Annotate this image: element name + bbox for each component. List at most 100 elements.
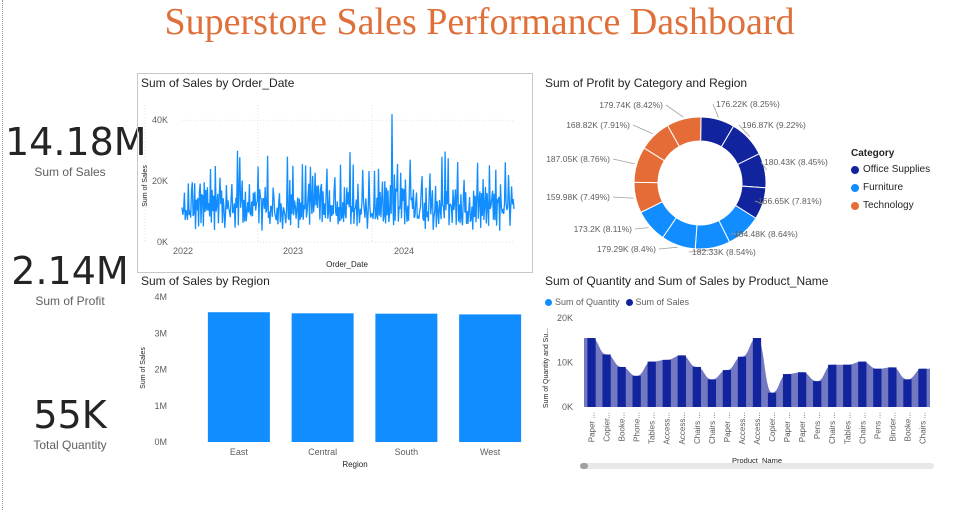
sales-bar — [707, 379, 717, 407]
sales-bar — [737, 356, 747, 407]
legend-label: Technology — [863, 200, 914, 211]
kpi-sum-of-sales[interactable]: 14.18M Sum of Sales — [5, 120, 147, 180]
donut-data-label: 166.65K (7.81%) — [758, 196, 822, 206]
legend-item-technology[interactable]: Technology — [851, 200, 930, 211]
x-tick-label: Paper ... — [798, 412, 807, 442]
x-tick-label: Paper ... — [723, 412, 732, 442]
donut-data-label: 196.87K (9.22%) — [742, 120, 806, 130]
sales-bar — [797, 372, 807, 407]
x-tick-label: Tables ... — [843, 412, 852, 444]
x-tick-label: Pens ... — [873, 412, 882, 439]
x-tick-label: Chairs ... — [693, 412, 702, 444]
x-tick-label: Copier... — [603, 412, 612, 442]
y-tick-label: 0K — [157, 237, 168, 247]
sales-by-region-chart[interactable]: 0M 1M 2M 3M 4M East Central South West Region Sum … — [137, 288, 531, 473]
x-tick-label: Access... — [663, 412, 672, 444]
y-axis-title: Sum of Quantity and Su... — [543, 328, 550, 408]
x-tick-label: 2023 — [283, 246, 303, 256]
kpi-value: 14.18M — [5, 120, 147, 164]
dashboard-title: Superstore Sales Performance Dashboard — [164, 1, 795, 43]
y-tick-label: 20K — [557, 313, 573, 323]
x-tick-label: Phone... — [633, 412, 642, 442]
sales-bar — [782, 374, 792, 407]
sales-bar — [617, 366, 626, 407]
donut-data-label: 173.2K (8.11%) — [574, 224, 633, 234]
legend-item-office-supplies[interactable]: Office Supplies — [851, 164, 930, 175]
sales-bar — [888, 367, 897, 407]
x-tick-label: Chairs ... — [918, 412, 927, 444]
y-tick-label: 2M — [154, 365, 167, 375]
sales-bar — [662, 359, 671, 407]
bar-central — [291, 313, 354, 442]
donut-data-label: 182.33K (8.54%) — [692, 247, 756, 257]
sales-by-date-chart[interactable]: 0K 20K 40K 2022 2023 2024 Order_Date Sum of Sal… — [137, 90, 531, 271]
sales-by-date-title: Sum of Sales by Order_Date — [141, 76, 295, 90]
y-tick-label: 40K — [152, 115, 168, 125]
x-axis-title: Order_Date — [326, 260, 368, 269]
leader-line — [665, 104, 684, 118]
scrollbar-thumb[interactable] — [580, 463, 588, 469]
donut-data-label: 180.43K (8.45%) — [764, 157, 828, 167]
x-axis-title: Region — [342, 460, 367, 469]
legend-label: Office Supplies — [863, 164, 931, 175]
donut-data-label: 176.22K (8.25%) — [716, 99, 780, 109]
y-tick-label: 3M — [154, 328, 167, 338]
kpi-value: 2.14M — [11, 249, 129, 293]
x-tick-label: Access... — [678, 412, 687, 444]
legend-label: Sum of Quantity — [555, 297, 620, 307]
category-legend: Category Office Supplies Furniture Techn… — [851, 148, 930, 218]
sales-bar — [843, 364, 852, 407]
legend-dot — [851, 183, 859, 192]
kpi-label: Total Quantity — [33, 438, 107, 452]
x-tick-label: East — [230, 447, 249, 457]
y-tick-label: 20K — [152, 176, 168, 186]
y-tick-label: 4M — [154, 292, 167, 302]
y-tick-label: 1M — [154, 401, 167, 411]
sales-bar — [873, 368, 882, 407]
leader-line — [632, 124, 654, 135]
legend-item-sum-of-quantity[interactable]: Sum of Quantity — [545, 297, 620, 307]
sales-by-region-title: Sum of Sales by Region — [141, 274, 270, 288]
x-tick-label: West — [480, 447, 501, 457]
kpi-total-quantity[interactable]: 55K Total Quantity — [5, 393, 135, 453]
qty-sales-by-product-title: Sum of Quantity and Sum of Sales by Prod… — [545, 274, 829, 288]
qty-sales-by-product-chart[interactable]: 0K 10K 20K Sum of Quantity and Su... Paper .… — [540, 308, 940, 468]
x-tick-label: Chairs ... — [858, 412, 867, 444]
sales-bar — [752, 338, 762, 407]
legend-item-sum-of-sales[interactable]: Sum of Sales — [625, 297, 689, 307]
profit-by-category-chart[interactable]: 176.22K (8.25%) 196.87K (9.22%) 180.43K (8… — [540, 92, 850, 272]
y-axis-title: Sum of Sales — [140, 347, 147, 389]
x-tick-label: Booke... — [903, 412, 912, 441]
donut-data-label: 159.98K (7.49%) — [546, 192, 610, 202]
x-tick-label: Chairs ... — [828, 412, 837, 444]
kpi-label: Sum of Sales — [34, 165, 106, 179]
legend-title: Category — [851, 148, 895, 159]
x-tick-label: Paper ... — [783, 412, 792, 442]
leader-line — [612, 158, 635, 165]
sales-bar — [632, 375, 641, 407]
kpi-sum-of-profit[interactable]: 2.14M Sum of Profit — [5, 249, 135, 309]
page-left-border — [2, 0, 3, 510]
legend-item-furniture[interactable]: Furniture — [851, 182, 930, 193]
y-tick-label: 0K — [562, 402, 573, 412]
legend-dot — [851, 201, 859, 210]
legend-dot — [545, 298, 552, 306]
kpi-value: 55K — [33, 393, 107, 437]
legend-dot — [625, 298, 633, 306]
donut-data-label: 179.74K (8.42%) — [599, 100, 663, 110]
y-axis-title: Sum of Sales — [142, 165, 149, 207]
bar-south — [375, 313, 438, 442]
x-tick-label: Copier... — [768, 412, 777, 442]
donut-data-label: 179.29K (8.4%) — [597, 244, 656, 254]
horizontal-scrollbar[interactable] — [580, 463, 934, 469]
sales-bar — [828, 364, 837, 407]
bar-east — [207, 312, 270, 442]
x-tick-label: Booke... — [618, 412, 627, 441]
bar-west — [459, 314, 522, 442]
x-tick-label: Central — [308, 447, 337, 457]
x-tick-label: Paper ... — [588, 412, 597, 442]
sales-bar — [767, 392, 777, 407]
sales-line-series — [181, 114, 515, 231]
x-tick-label: Chairs ... — [708, 412, 717, 444]
x-tick-label: Binder... — [888, 412, 897, 441]
